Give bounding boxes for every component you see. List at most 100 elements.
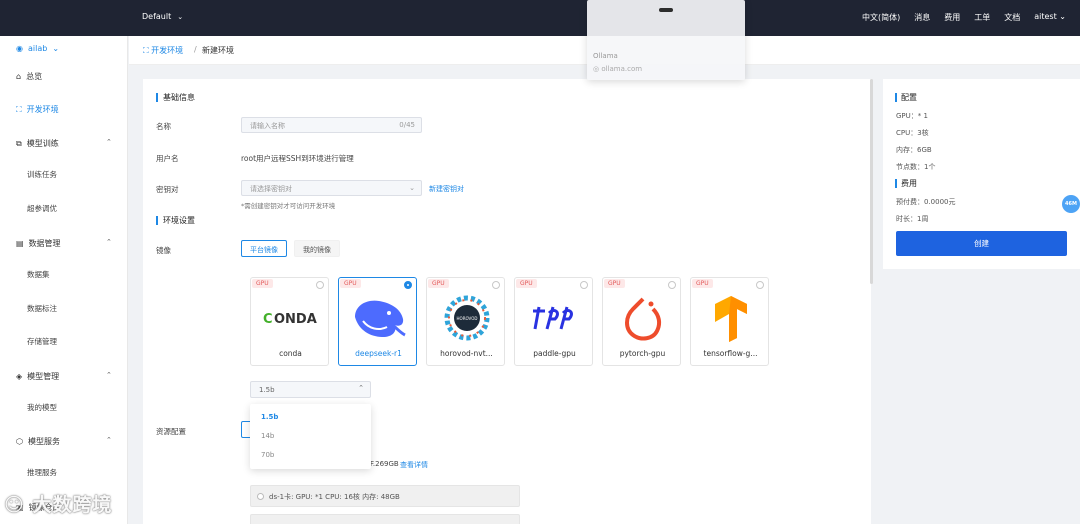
name-input[interactable]: 请输入名称 0/45 [241,117,422,133]
chevron-down-icon: ⌄ [52,44,60,53]
image-card-paddle[interactable]: GPU paddle-gpu [514,277,593,366]
globe-icon: ◎ [593,65,600,73]
version-dropdown: 1.5b 14b 70b [250,404,371,469]
image-card-pytorch[interactable]: GPU pytorch-gpu [602,277,681,366]
storage-text: F.269GB [370,460,399,468]
sidebar-item-models[interactable]: ◈ 模型管理 [16,371,59,382]
language-link[interactable]: 中文(简体) [862,12,900,23]
image-card-tensorflow[interactable]: GPU tensorflow-g... [690,277,769,366]
version-option[interactable]: 1.5b [261,413,278,421]
resource-option-row[interactable]: ds-1卡: GPU: *1 CPU: 16核 内存: 48GB [250,485,520,507]
image-name: tensorflow-g... [703,349,758,358]
version-option[interactable]: 70b [261,451,274,459]
resource-option-row[interactable] [250,514,520,524]
breadcrumb-current: 新建环境 [202,46,234,55]
sidebar-item-data[interactable]: ▤ 数据管理 [16,238,61,249]
image-card-conda[interactable]: GPU C ONDA conda [250,277,329,366]
tab-platform-images[interactable]: 平台镜像 [241,240,287,257]
sidebar-item-storage[interactable]: 存储管理 [27,336,57,347]
sidebar-item-label: 数据管理 [28,239,61,248]
tab-my-images[interactable]: 我的镜像 [294,240,340,257]
new-keypair-link[interactable]: 新建密钥对 [429,184,464,194]
network-icon: ⧉ [16,138,22,148]
sidebar-item-my-models[interactable]: 我的模型 [27,402,57,413]
sidebar-item-datasets[interactable]: 数据集 [27,269,50,280]
keypair-hint: *需创建密钥对才可访问开发环境 [241,202,336,210]
sidebar-item-labeling[interactable]: 数据标注 [27,303,57,314]
browser-popup: Ollama ◎ ollama.com [587,0,745,80]
keypair-placeholder: 请选择密钥对 [250,185,292,193]
tickets-link[interactable]: 工单 [974,12,990,23]
docs-link[interactable]: 文档 [1004,12,1020,23]
sidebar-item-label: 开发环境 [26,105,59,114]
workspace-selector[interactable]: Default ⌄ [142,12,183,21]
version-select[interactable]: 1.5b ⌃ [250,381,371,398]
chevron-up-icon[interactable]: ⌃ [106,238,112,246]
keypair-select[interactable]: 请选择密钥对 ⌄ [241,180,422,196]
radio-button[interactable] [580,281,588,289]
sidebar-item-label: 模型训练 [26,139,59,148]
sidebar-item-training[interactable]: ⧉ 模型训练 [16,138,59,149]
chevron-up-icon[interactable]: ⌃ [106,371,112,379]
scrollbar[interactable] [870,79,873,284]
radio-button[interactable] [492,281,500,289]
sidebar: ◉ ailab ⌄ ⌂ 总览 ⛶ 开发环境 ⧉ 模型训练 ⌃ 训练任务 超参调优 ▤ 数据… [0,36,128,524]
view-details-link[interactable]: 查看详情 [400,460,428,470]
workspace-label: Default [142,12,172,21]
svg-text:HOROVOD: HOROVOD [456,316,477,321]
section-title-env: 环境设置 [156,216,195,225]
popup-url[interactable]: ◎ ollama.com [593,65,642,73]
breadcrumb-parent[interactable]: ⛶ 开发环境 [143,45,183,56]
radio-button[interactable] [257,493,264,500]
name-label: 名称 [156,122,171,131]
gpu-tag: GPU [692,279,713,288]
sidebar-item-model-service[interactable]: ⬡ 模型服务 [16,436,60,447]
sidebar-item-dev-env[interactable]: ⛶ 开发环境 [16,104,59,115]
sidebar-item-training-jobs[interactable]: 训练任务 [27,169,57,180]
radio-button-selected[interactable] [404,281,412,289]
chevron-up-icon[interactable]: ⌃ [106,138,112,146]
radio-button[interactable] [668,281,676,289]
image-name: deepseek-r1 [355,349,402,358]
config-memory: 内存：6GB [896,146,932,154]
sidebar-item-inference[interactable]: 推理服务 [27,467,57,478]
sidebar-item-label: 模型管理 [27,372,60,381]
chevron-up-icon: ⌃ [358,384,364,392]
nodes-icon: ⛶ [143,46,149,55]
image-name: pytorch-gpu [619,349,666,358]
speed-badge[interactable]: 46M [1062,195,1080,213]
radio-button[interactable] [316,281,324,289]
image-card-deepseek[interactable]: GPU deepseek-r1 [338,277,417,366]
gpu-tag: GPU [340,279,361,288]
username-label: 用户名 [156,154,179,163]
username-value: root用户远程SSH到环境进行管理 [241,154,354,163]
popup-url-text: ollama.com [601,65,643,73]
billing-link[interactable]: 费用 [944,12,960,23]
resource-option-text: ds-1卡: GPU: *1 CPU: 16核 内存: 48GB [269,493,400,501]
image-label: 镜像 [156,246,171,255]
messages-link[interactable]: 消息 [914,12,930,23]
radio-button[interactable] [756,281,764,289]
summary-panel: 配置 GPU：* 1 CPU：3核 内存：6GB 节点数：1个 费用 预付费：0… [883,79,1080,269]
resource-label: 资源配置 [156,427,186,436]
create-button[interactable]: 创建 [896,231,1067,256]
keypair-label: 密钥对 [156,185,179,194]
gpu-tag: GPU [252,279,273,288]
nodes-icon: ⛶ [16,104,22,114]
section-title-basic: 基础信息 [156,93,195,102]
location-selector[interactable]: ◉ ailab ⌄ [16,44,59,53]
user-menu[interactable]: aitest ⌄ [1034,12,1066,23]
home-icon: ⌂ [16,72,22,81]
sidebar-item-overview[interactable]: ⌂ 总览 [16,71,42,82]
config-nodes: 节点数：1个 [896,163,936,171]
gpu-tag: GPU [604,279,625,288]
chevron-up-icon[interactable]: ⌃ [106,436,112,444]
name-char-count: 0/45 [399,121,415,129]
user-name: aitest [1034,12,1057,21]
version-option[interactable]: 14b [261,432,274,440]
sidebar-item-hparam[interactable]: 超参调优 [27,203,57,214]
layers-icon: ◈ [16,372,23,381]
sidebar-item-label: 模型服务 [27,437,60,446]
image-card-horovod[interactable]: GPU HOROVOD horovod-nvt... [426,277,505,366]
horovod-logo-icon: HOROVOD [427,294,506,342]
